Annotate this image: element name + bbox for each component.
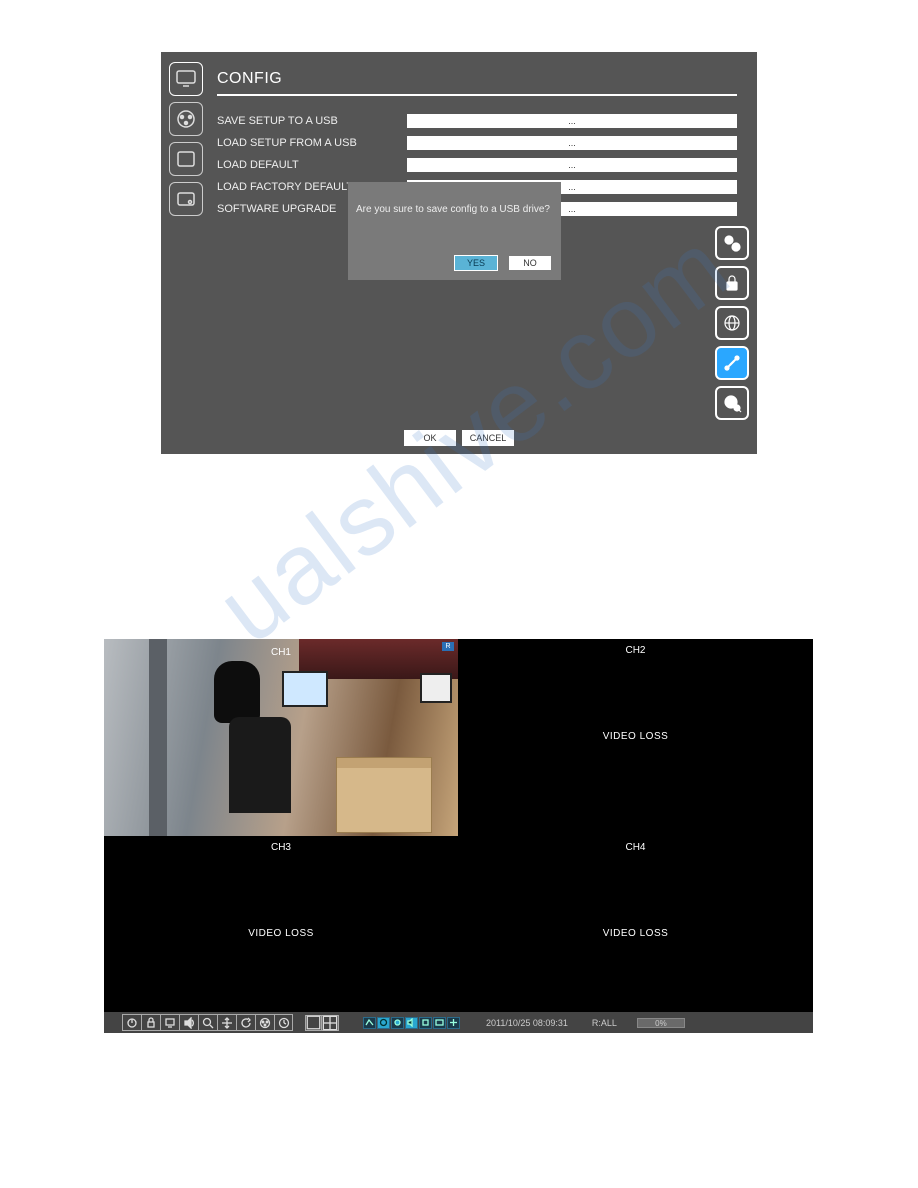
- ok-button[interactable]: OK: [404, 430, 456, 446]
- live-view: R CH1 CH2 VIDEO LOSS CH3 VIDEO LOSS CH4 …: [104, 639, 813, 1033]
- channel-label: CH1: [271, 647, 291, 658]
- cancel-button[interactable]: CANCEL: [462, 430, 514, 446]
- row-label: SAVE SETUP TO A USB: [217, 115, 407, 127]
- layout-1-icon: [306, 1015, 321, 1030]
- rec-icon: [393, 1018, 402, 1027]
- statusbar-indicators: [363, 1017, 460, 1029]
- search-icon: [202, 1017, 214, 1029]
- tab-display[interactable]: [169, 62, 203, 96]
- statusbar-timestamp: 2011/10/25 08:09:31: [486, 1018, 568, 1028]
- layout-4-icon: [322, 1015, 338, 1031]
- tab-system[interactable]: [715, 226, 749, 260]
- config-panel: CONFIG SAVE SETUP TO A USB ... LOAD SETU…: [161, 52, 757, 454]
- net-icon: [365, 1018, 374, 1027]
- channel-label: CH2: [625, 645, 645, 656]
- quad-grid: R CH1 CH2 VIDEO LOSS CH3 VIDEO LOSS CH4 …: [104, 639, 813, 1009]
- ind-hdd: [433, 1017, 446, 1029]
- gears-icon: [722, 233, 742, 253]
- motion-icon: [379, 1018, 388, 1027]
- statusbar-layout-buttons: [305, 1015, 339, 1031]
- video-loss-text: VIDEO LOSS: [603, 928, 669, 939]
- tab-network[interactable]: [715, 306, 749, 340]
- tab-security[interactable]: [715, 266, 749, 300]
- power-button[interactable]: [122, 1014, 141, 1031]
- ind-ptz: [447, 1017, 460, 1029]
- config-title: CONFIG: [217, 70, 737, 96]
- reel-icon: [259, 1017, 271, 1029]
- config-buttons: OK CANCEL: [161, 430, 757, 446]
- yes-button[interactable]: YES: [455, 256, 497, 270]
- hdd-icon: [435, 1018, 444, 1027]
- ind-alarm: [419, 1017, 432, 1029]
- channel-1[interactable]: R CH1: [104, 639, 458, 836]
- tab-record[interactable]: [169, 102, 203, 136]
- channel-3[interactable]: CH3 VIDEO LOSS: [104, 836, 458, 1009]
- channel-1-video: R: [104, 639, 458, 836]
- tab-device[interactable]: [169, 142, 203, 176]
- row-field[interactable]: ...: [407, 114, 737, 128]
- volume-icon: [183, 1017, 195, 1029]
- status-bar: 2011/10/25 08:09:31 R:ALL 0%: [104, 1012, 813, 1033]
- no-button[interactable]: NO: [509, 256, 551, 270]
- lock-icon: [722, 273, 742, 293]
- ptz-button[interactable]: [217, 1014, 236, 1031]
- dialog-message: Are you sure to save config to a USB dri…: [348, 182, 561, 215]
- tools-icon: [722, 353, 742, 373]
- row-load-usb: LOAD SETUP FROM A USB ...: [217, 134, 737, 151]
- row-field[interactable]: ...: [407, 158, 737, 172]
- audio-icon: [407, 1018, 416, 1027]
- lock-icon: [145, 1017, 157, 1029]
- channel-4[interactable]: CH4 VIDEO LOSS: [458, 836, 813, 1009]
- power-icon: [126, 1017, 138, 1029]
- ind-audio: [405, 1017, 418, 1029]
- statusbar-main-buttons: [122, 1014, 293, 1031]
- channel-2[interactable]: CH2 VIDEO LOSS: [458, 639, 813, 836]
- volume-button[interactable]: [179, 1014, 198, 1031]
- refresh-icon: [240, 1017, 252, 1029]
- confirm-dialog: Are you sure to save config to a USB dri…: [348, 182, 561, 280]
- screen-button[interactable]: [160, 1014, 179, 1031]
- row-label: LOAD SETUP FROM A USB: [217, 137, 407, 149]
- ind-motion: [377, 1017, 390, 1029]
- reel-icon: [175, 108, 197, 130]
- lock-button[interactable]: [141, 1014, 160, 1031]
- statusbar-progress: 0%: [637, 1018, 685, 1028]
- row-field[interactable]: ...: [407, 136, 737, 150]
- row-save-usb: SAVE SETUP TO A USB ...: [217, 112, 737, 129]
- channel-label: CH4: [625, 842, 645, 853]
- reel-search-icon: [722, 393, 742, 413]
- ind-rec: [391, 1017, 404, 1029]
- hdd-icon: [175, 188, 197, 210]
- video-loss-text: VIDEO LOSS: [603, 731, 669, 742]
- ptz-icon: [449, 1018, 458, 1027]
- channel-label: CH3: [271, 842, 291, 853]
- config-left-tabs: [169, 62, 203, 216]
- row-label: LOAD DEFAULT: [217, 159, 407, 171]
- rec-indicator-icon: R: [442, 642, 454, 651]
- globe-icon: [722, 313, 742, 333]
- monitor-icon: [175, 68, 197, 90]
- clock-icon: [278, 1017, 290, 1029]
- config-right-tabs: [715, 226, 749, 420]
- tab-storage[interactable]: [169, 182, 203, 216]
- tab-quicksearch[interactable]: [715, 386, 749, 420]
- layout-quad-button[interactable]: [322, 1015, 339, 1031]
- row-load-default: LOAD DEFAULT ...: [217, 156, 737, 173]
- keypad-icon: [175, 148, 197, 170]
- dialog-buttons: YES NO: [455, 256, 551, 270]
- ind-network: [363, 1017, 376, 1029]
- statusbar-rec-text: R:ALL: [592, 1018, 617, 1028]
- search-button[interactable]: [198, 1014, 217, 1031]
- layout-single-button[interactable]: [305, 1015, 322, 1031]
- tab-config[interactable]: [715, 346, 749, 380]
- alarm-icon: [421, 1018, 430, 1027]
- playback-button[interactable]: [255, 1014, 274, 1031]
- move-icon: [221, 1017, 233, 1029]
- schedule-button[interactable]: [274, 1014, 293, 1031]
- video-loss-text: VIDEO LOSS: [248, 928, 314, 939]
- screen-icon: [164, 1017, 176, 1029]
- refresh-button[interactable]: [236, 1014, 255, 1031]
